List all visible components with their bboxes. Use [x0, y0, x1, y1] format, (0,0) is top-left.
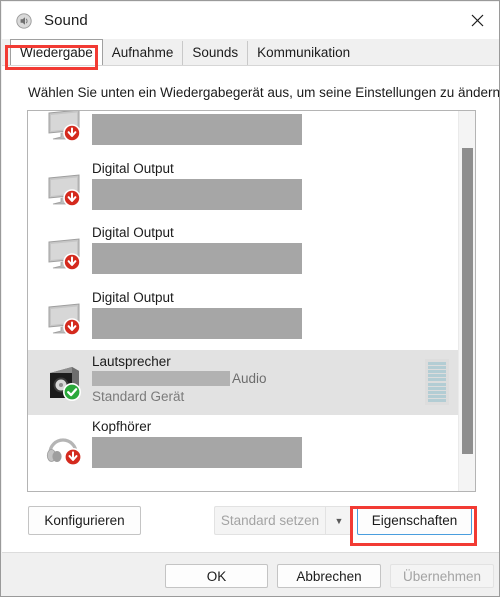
headphones-icon: [41, 425, 85, 469]
title-bar: Sound: [2, 2, 499, 39]
cancel-button[interactable]: Abbrechen: [277, 564, 381, 588]
scrollbar-thumb[interactable]: [462, 148, 473, 454]
set-default-button: Standard setzen: [214, 506, 325, 535]
monitor-icon: [41, 167, 85, 211]
speaker-icon: [15, 12, 33, 30]
tab-label: Wiedergabe: [20, 45, 93, 60]
device-list-scroll-content: Digital Output Digital Output Digital Ou…: [28, 110, 458, 480]
window-title: Sound: [44, 12, 88, 29]
chevron-down-icon[interactable]: ▼: [325, 506, 353, 535]
list-item[interactable]: Digital Output: [28, 286, 458, 351]
apply-button-label: Übernehmen: [402, 568, 482, 584]
tab-sounds[interactable]: Sounds: [182, 41, 248, 65]
device-name: Digital Output: [92, 225, 174, 240]
set-default-button-label: Standard setzen: [220, 513, 320, 528]
tab-kommunikation[interactable]: Kommunikation: [247, 41, 360, 65]
device-name: Digital Output: [92, 110, 174, 111]
redacted-device-detail: [92, 114, 302, 145]
close-icon[interactable]: [455, 2, 499, 39]
redacted-device-detail: [92, 178, 302, 210]
tab-aufnahme[interactable]: Aufnahme: [102, 41, 183, 65]
monitor-icon: [41, 111, 85, 146]
ok-button-label: OK: [206, 568, 227, 584]
speaker-box-icon: [41, 360, 85, 404]
device-name: Kopfhörer: [92, 418, 152, 434]
device-list[interactable]: Digital Output Digital Output Digital Ou…: [27, 110, 476, 492]
list-item[interactable]: Digital Output: [28, 221, 458, 286]
ok-button[interactable]: OK: [165, 564, 268, 588]
tab-label: Sounds: [192, 45, 239, 60]
panel-hint-text: Wählen Sie unten ein Wiedergabegerät aus…: [28, 85, 500, 100]
list-item[interactable]: Digital Output: [28, 110, 458, 157]
configure-button[interactable]: Konfigurieren: [28, 506, 141, 535]
monitor-icon: [41, 296, 85, 340]
redacted-device-detail: [92, 371, 230, 386]
device-name: Lautsprecher: [92, 354, 171, 369]
monitor-icon: [41, 231, 85, 275]
apply-button: Übernehmen: [390, 564, 494, 588]
properties-button[interactable]: Eigenschaften: [357, 506, 472, 535]
device-status: Standard Gerät: [92, 389, 185, 404]
tab-strip: Wiedergabe Aufnahme Sounds Kommunikation: [2, 39, 499, 65]
playback-tab-panel: Wählen Sie unten ein Wiedergabegerät aus…: [2, 65, 500, 552]
volume-level-meter: [425, 359, 449, 405]
tab-label: Kommunikation: [257, 45, 351, 60]
device-name: Digital Output: [92, 160, 174, 176]
set-default-split-button[interactable]: Standard setzen ▼: [214, 506, 353, 535]
redacted-device-detail: [92, 307, 302, 339]
device-name: Digital Output: [92, 289, 174, 305]
configure-button-label: Konfigurieren: [44, 513, 125, 528]
redacted-device-detail: [92, 243, 302, 274]
dialog-footer: OK Abbrechen Übernehmen: [2, 552, 499, 596]
list-item[interactable]: Kopfhörer: [28, 415, 458, 480]
redacted-device-detail: [92, 436, 302, 468]
list-item[interactable]: Digital Output: [28, 157, 458, 222]
tab-wiedergabe[interactable]: Wiedergabe: [10, 39, 103, 65]
tab-label: Aufnahme: [111, 45, 174, 60]
cancel-button-label: Abbrechen: [296, 568, 362, 584]
list-item-selected[interactable]: Lautsprecher Audio Standard Gerät: [28, 350, 458, 415]
chevron-down-glyph: ▼: [334, 515, 344, 526]
properties-button-label: Eigenschaften: [371, 513, 458, 528]
device-list-scrollbar[interactable]: [458, 111, 475, 491]
device-detail-suffix: Audio: [232, 371, 267, 386]
sound-dialog-window: Sound Wiedergabe Aufnahme Sounds Kommuni…: [0, 0, 500, 597]
